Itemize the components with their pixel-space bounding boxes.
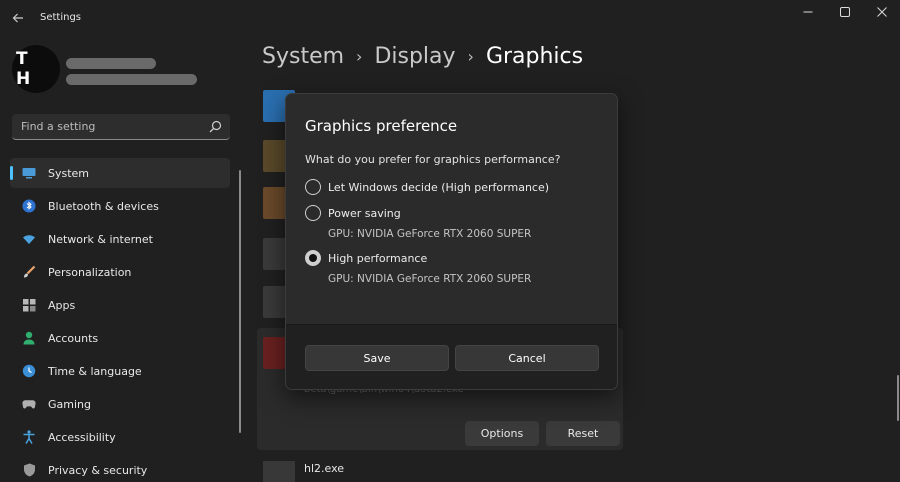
sidebar-item-privacy-security[interactable]: Privacy & security xyxy=(10,455,230,482)
sidebar-item-label: Network & internet xyxy=(48,233,153,246)
sidebar-item-label: Accounts xyxy=(48,332,99,345)
search-placeholder: Find a setting xyxy=(21,120,96,133)
sidebar-item-time-language[interactable]: Time & language xyxy=(10,356,230,386)
avatar: T H xyxy=(12,45,60,93)
sidebar-item-label: Time & language xyxy=(48,365,142,378)
sidebar-item-apps[interactable]: Apps xyxy=(10,290,230,320)
wifi-icon xyxy=(22,232,36,246)
sidebar-item-network[interactable]: Network & internet xyxy=(10,224,230,254)
minimize-button[interactable] xyxy=(797,5,819,19)
arrow-left-icon xyxy=(12,13,23,23)
search-icon[interactable] xyxy=(209,120,222,133)
main-scrollbar[interactable] xyxy=(897,375,899,421)
shield-icon xyxy=(22,463,36,477)
search-input[interactable]: Find a setting xyxy=(12,114,230,140)
sidebar-item-label: Apps xyxy=(48,299,76,312)
sidebar-item-label: Accessibility xyxy=(48,431,116,444)
sidebar-item-bluetooth[interactable]: Bluetooth & devices xyxy=(10,191,230,221)
radio-label[interactable]: Let Windows decide (High performance) xyxy=(328,181,549,194)
dialog-footer: Save Cancel xyxy=(286,324,617,389)
save-button[interactable]: Save xyxy=(305,345,449,371)
monitor-icon xyxy=(22,166,36,180)
breadcrumb-item-system[interactable]: System xyxy=(262,44,344,69)
sidebar-item-system[interactable]: System xyxy=(10,158,230,188)
back-button[interactable] xyxy=(8,8,28,28)
accessibility-icon xyxy=(22,430,36,444)
gpu-label: GPU: NVIDIA GeForce RTX 2060 SUPER xyxy=(328,228,532,240)
globe-clock-icon xyxy=(22,364,36,378)
radio-label[interactable]: Power saving xyxy=(328,207,401,220)
sidebar-item-label: Privacy & security xyxy=(48,464,148,477)
sidebar-item-label: Bluetooth & devices xyxy=(48,200,159,213)
radio-label[interactable]: High performance xyxy=(328,252,427,265)
person-icon xyxy=(22,331,36,345)
redacted-user-email xyxy=(66,74,197,85)
minimize-icon xyxy=(803,11,813,13)
app-name: hl2.exe xyxy=(304,462,345,475)
radio-power-saving[interactable] xyxy=(305,205,321,221)
sidebar-item-accessibility[interactable]: Accessibility xyxy=(10,422,230,452)
sidebar-item-label: Gaming xyxy=(48,398,91,411)
close-button[interactable] xyxy=(871,5,893,19)
breadcrumb: System › Display › Graphics xyxy=(262,44,583,69)
title-bar: Settings xyxy=(0,0,900,36)
apps-grid-icon xyxy=(22,298,36,312)
maximize-icon xyxy=(840,7,850,17)
breadcrumb-item-display[interactable]: Display xyxy=(374,44,455,69)
sidebar-item-label: Personalization xyxy=(48,266,132,279)
graphics-preference-dialog: Graphics preference What do you prefer f… xyxy=(285,93,618,390)
dialog-question: What do you prefer for graphics performa… xyxy=(305,153,561,166)
close-icon xyxy=(877,7,887,17)
chevron-right-icon: › xyxy=(356,47,363,66)
radio-high-performance[interactable] xyxy=(305,250,321,266)
app-title: Settings xyxy=(40,12,82,23)
brush-icon xyxy=(22,265,36,279)
sidebar-item-gaming[interactable]: Gaming xyxy=(10,389,230,419)
options-button[interactable]: Options xyxy=(465,421,539,446)
sidebar-item-personalization[interactable]: Personalization xyxy=(10,257,230,287)
gamepad-icon xyxy=(22,397,36,411)
sidebar-item-accounts[interactable]: Accounts xyxy=(10,323,230,353)
maximize-button[interactable] xyxy=(834,5,856,19)
cancel-button[interactable]: Cancel xyxy=(455,345,599,371)
sidebar-scrollbar[interactable] xyxy=(239,170,241,433)
app-icon xyxy=(263,461,295,482)
radio-let-windows-decide[interactable] xyxy=(305,179,321,195)
sidebar-item-label: System xyxy=(48,167,90,180)
chevron-right-icon: › xyxy=(467,47,474,66)
reset-button[interactable]: Reset xyxy=(546,421,620,446)
gpu-label: GPU: NVIDIA GeForce RTX 2060 SUPER xyxy=(328,273,532,285)
page-title: Graphics xyxy=(485,44,584,69)
redacted-user-name xyxy=(66,58,156,69)
dialog-title: Graphics preference xyxy=(305,117,458,135)
bluetooth-icon xyxy=(22,199,36,213)
